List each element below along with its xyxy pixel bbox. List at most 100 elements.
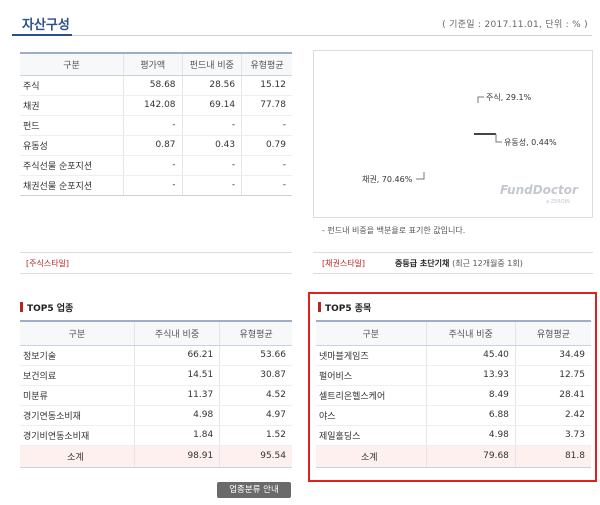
cell: 셀트리온헬스케어 [316,385,426,406]
table-row: 보건의료 14.51 30.87 [20,365,292,386]
liquidity-slice [474,133,496,135]
cell: 53.66 [219,345,292,366]
cell: 8.49 [425,385,516,406]
cell: 소계 [316,445,426,468]
table-row: 제일홀딩스 4.98 3.73 [316,425,591,446]
bond-style-bar: [채권스타일] 중등급 초단기채 (최근 12개월중 1회) [313,252,593,274]
cell: 0.87 [122,135,183,156]
bond-style-label[interactable]: [채권스타일] [322,258,365,269]
table-row: 펀드 - - - [20,115,292,136]
cell: 45.40 [425,345,516,366]
cell: - [122,155,183,176]
cell: 채권 [20,95,124,116]
bond-style-value-text: 중등급 초단기채 [395,259,450,268]
chart-label-liquidity: 유동성, 0.44% [504,138,557,147]
cell: 81.8 [514,445,591,468]
heading-bar-icon [318,302,321,312]
section-title: 자산구성 [22,18,70,33]
top5-industry-title: TOP5 업종 [27,304,74,314]
table-row: 채권 142.08 69.14 77.78 [20,95,292,116]
cell: - [122,175,183,196]
col-header: 구분 [20,52,124,76]
top5-stocks-heading: TOP5 종목 [318,301,371,314]
industry-guide-button[interactable]: 업종분류 안내 [217,482,291,498]
cell: 보건의료 [20,365,135,386]
liquidity-leader-line [495,134,502,143]
stock-style-label[interactable]: [주식스타일] [26,258,69,269]
total-row: 소계 98.91 95.54 [20,445,292,468]
table-row: 셀트리온헬스케어 8.49 28.41 [316,385,591,406]
cell: 58.68 [122,75,183,96]
col-header: 펀드내 비중 [181,52,242,76]
cell: 98.91 [133,445,220,468]
cell: 0.79 [241,135,292,156]
cell: 주식 [20,75,124,96]
title-divider [12,35,592,36]
cell: 정보기술 [20,345,135,366]
table-row: 경기비연동소비재 1.84 1.52 [20,425,292,446]
cell: 경기연동소비재 [20,405,135,426]
cell: 6.88 [425,405,516,426]
bond-leader-line [416,172,425,180]
cell: 4.97 [219,405,292,426]
col-header: 평가액 [122,52,183,76]
chart-label-bond: 채권, 70.46% [362,174,413,184]
asset-pie-chart: 주식, 29.1% 유동성, 0.44% 채권, 70.46% FundDoct… [313,50,593,218]
cell: 야스 [316,405,426,426]
cell: - [241,155,292,176]
cell: 14.51 [133,365,220,386]
table-row: 경기연동소비재 4.98 4.97 [20,405,292,426]
cell: 주식선물 순포지션 [20,155,124,176]
table-row: 주식 58.68 28.56 15.12 [20,75,292,96]
table-row: 유동성 0.87 0.43 0.79 [20,135,292,156]
bond-style-subtext: (최근 12개월중 1회) [452,259,523,268]
stock-style-bar: [주식스타일] [20,252,292,274]
cell: 77.78 [241,95,292,116]
col-header: 구분 [316,320,426,346]
top5-industry-table: 구분 주식내 비중 유형평균 정보기술 66.21 53.66 보건의료 14.… [20,320,292,468]
cell: 12.75 [514,365,591,386]
col-header: 유형평균 [514,320,591,346]
cell: 3.73 [514,425,591,446]
cell: - [181,115,242,136]
cell: 0.43 [181,135,242,156]
cell: 142.08 [122,95,183,116]
cell: 넷마블게임즈 [316,345,426,366]
stock-leader-line [477,96,484,103]
cell: 13.93 [425,365,516,386]
cell: 미분류 [20,385,135,406]
total-row: 소계 79.68 81.8 [316,445,591,468]
funddoctor-watermark: FundDoctor [500,183,579,197]
cell: 1.52 [219,425,292,446]
pie-chart-svg: 주식, 29.1% 유동성, 0.44% 채권, 70.46% FundDoct… [362,93,579,205]
heading-bar-icon [20,302,23,312]
bond-style-value: 중등급 초단기채 (최근 12개월중 1회) [395,258,523,269]
cell: 79.68 [425,445,516,468]
cell: 28.41 [514,385,591,406]
col-header: 주식내 비중 [133,320,220,346]
chart-note: - 펀드내 비중을 백분율로 표기한 값입니다. [322,226,466,235]
cell: 34.49 [514,345,591,366]
cell: 66.21 [133,345,220,366]
cell: 펄어비스 [316,365,426,386]
table-row: 펄어비스 13.93 12.75 [316,365,591,386]
col-header: 유형평균 [241,52,292,76]
top5-stocks-table: 구분 주식내 비중 유형평균 넷마블게임즈 45.40 34.49 펄어비스 1… [316,320,591,468]
cell: - [241,115,292,136]
cell: 4.52 [219,385,292,406]
col-header: 구분 [20,320,135,346]
table-row: 넷마블게임즈 45.40 34.49 [316,345,591,366]
cell: 30.87 [219,365,292,386]
cell: - [181,155,242,176]
col-header: 주식내 비중 [425,320,516,346]
funddoctor-watermark-sub: a ZEROIN [546,199,570,205]
cell: 11.37 [133,385,220,406]
cell: 소계 [20,445,135,468]
chart-label-stock: 주식, 29.1% [486,93,532,102]
col-header: 유형평균 [219,320,292,346]
cell: - [241,175,292,196]
cell: - [122,115,183,136]
table-header-row: 구분 주식내 비중 유형평균 [20,320,292,346]
title-divider-accent [12,34,72,36]
asset-table: 구분 평가액 펀드내 비중 유형평균 주식 58.68 28.56 15.12 … [20,52,292,196]
